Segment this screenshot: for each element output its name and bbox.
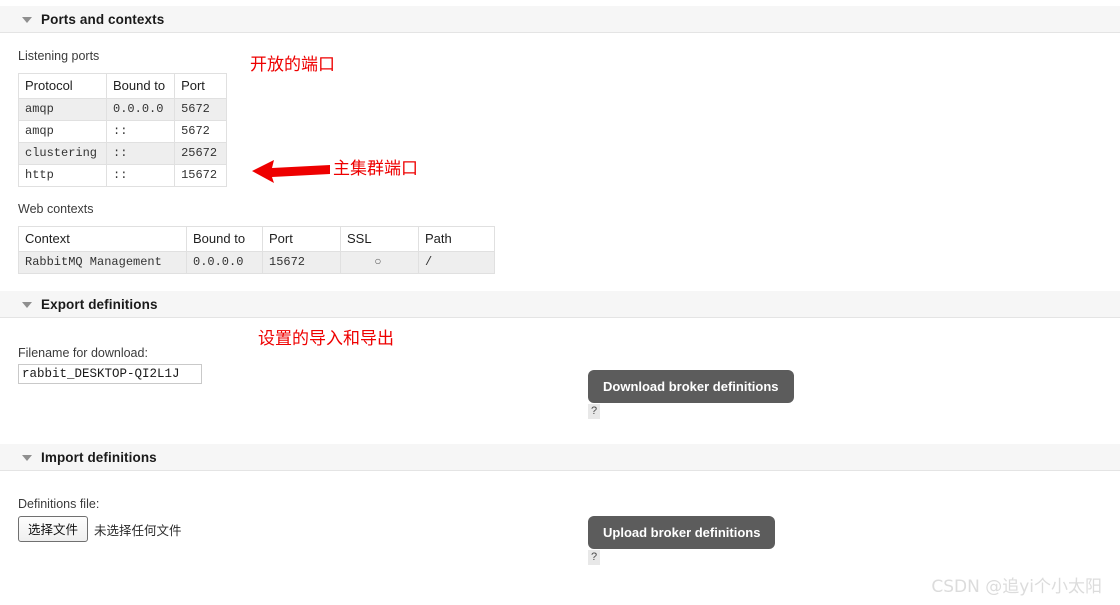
- column-header-port: Port: [262, 226, 341, 252]
- column-header-context: Context: [18, 226, 187, 252]
- cell-protocol: amqp: [17, 98, 108, 121]
- cell-protocol: amqp: [17, 120, 108, 143]
- no-file-selected-text: 未选择任何文件: [94, 522, 182, 538]
- watermark: CSDN @追yi个小太阳: [931, 577, 1102, 597]
- table-row: clustering :: 25672: [17, 142, 228, 165]
- web-contexts-table: Context Bound to Port SSL Path RabbitMQ …: [18, 226, 495, 274]
- upload-help-icon[interactable]: ?: [588, 550, 600, 565]
- definitions-file-label: Definitions file:: [18, 497, 100, 511]
- table-row: http :: 15672: [17, 164, 228, 187]
- column-header-protocol: Protocol: [17, 73, 108, 99]
- choose-file-button[interactable]: 选择文件: [18, 516, 89, 542]
- column-header-port: Port: [174, 73, 228, 99]
- cell-port: 15672: [174, 164, 228, 187]
- cell-bound-to: ::: [106, 142, 176, 165]
- cell-ssl: ○: [340, 251, 419, 274]
- table-row: amqp :: 5672: [17, 120, 228, 143]
- cell-path: /: [418, 251, 495, 274]
- column-header-bound-to: Bound to: [106, 73, 176, 99]
- section-title-ports: Ports and contexts: [41, 11, 165, 27]
- listening-ports-caption: Listening ports: [18, 49, 100, 63]
- listening-ports-table: Protocol Bound to Port amqp 0.0.0.0 5672…: [17, 73, 228, 187]
- cell-protocol: clustering: [17, 142, 108, 165]
- cell-bound-to: ::: [106, 164, 176, 187]
- table-row: amqp 0.0.0.0 5672: [17, 98, 228, 121]
- column-header-ssl: SSL: [340, 226, 419, 252]
- section-title-import: Import definitions: [41, 449, 157, 465]
- upload-broker-definitions-button[interactable]: Upload broker definitions: [588, 516, 776, 549]
- cell-port: 5672: [174, 120, 228, 143]
- cell-protocol: http: [17, 164, 108, 187]
- cell-bound-to: ::: [106, 120, 176, 143]
- cell-bound-to: 0.0.0.0: [186, 251, 263, 274]
- cell-bound-to: 0.0.0.0: [106, 98, 176, 121]
- table-row: RabbitMQ Management 0.0.0.0 15672 ○ /: [18, 251, 495, 274]
- cell-port: 25672: [174, 142, 228, 165]
- annotation-import-export: 设置的导入和导出: [258, 329, 394, 349]
- cell-port: 5672: [174, 98, 228, 121]
- left-arrow-icon: [252, 156, 332, 187]
- filename-label: Filename for download:: [18, 346, 148, 360]
- cell-port: 15672: [262, 251, 341, 274]
- triangle-down-icon: [22, 301, 32, 308]
- section-header-ports[interactable]: Ports and contexts: [0, 6, 1120, 33]
- definitions-file-input[interactable]: 选择文件 未选择任何文件: [18, 516, 1120, 542]
- section-header-import[interactable]: Import definitions: [0, 444, 1120, 471]
- table-header-row: Context Bound to Port SSL Path: [18, 226, 495, 252]
- column-header-path: Path: [418, 226, 495, 252]
- annotation-open-ports: 开放的端口: [250, 55, 335, 75]
- section-title-export: Export definitions: [41, 296, 158, 312]
- triangle-down-icon: [22, 454, 32, 461]
- column-header-bound-to: Bound to: [186, 226, 263, 252]
- annotation-cluster-port: 主集群端口: [333, 159, 418, 179]
- download-help-icon[interactable]: ?: [588, 404, 600, 419]
- table-header-row: Protocol Bound to Port: [17, 73, 228, 99]
- cell-context: RabbitMQ Management: [18, 251, 187, 274]
- filename-input[interactable]: [18, 364, 202, 384]
- section-header-export[interactable]: Export definitions: [0, 291, 1120, 318]
- download-broker-definitions-button[interactable]: Download broker definitions: [588, 370, 794, 403]
- web-contexts-caption: Web contexts: [18, 202, 94, 216]
- triangle-down-icon: [22, 16, 32, 23]
